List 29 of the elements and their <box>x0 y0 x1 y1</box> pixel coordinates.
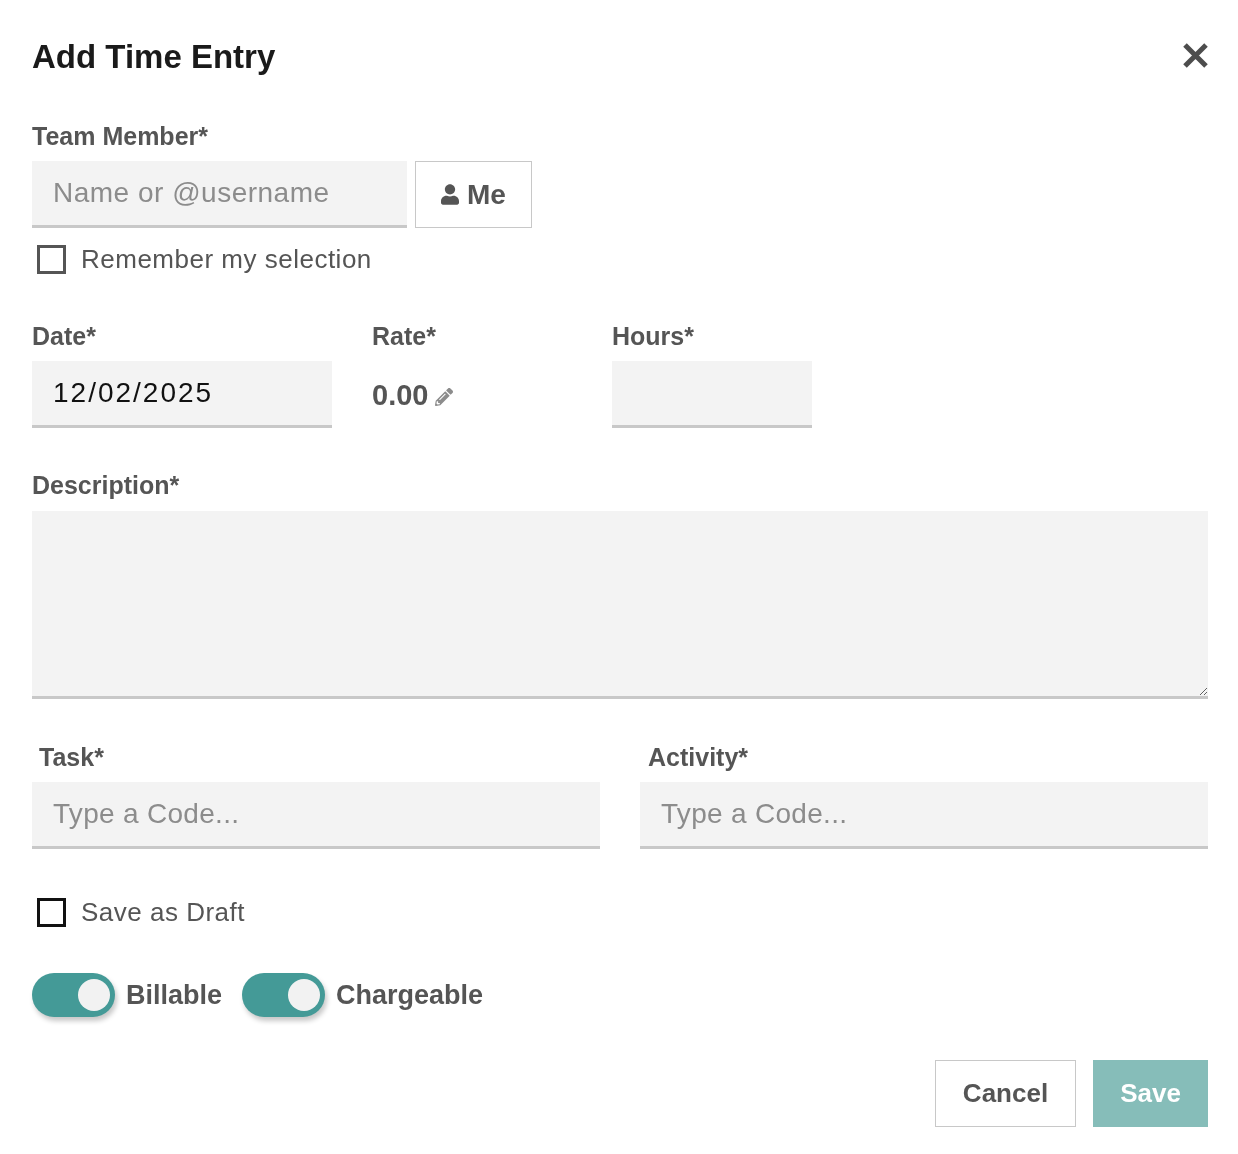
checkbox[interactable] <box>37 897 66 927</box>
close-button[interactable] <box>1183 43 1208 68</box>
user-icon <box>441 184 460 205</box>
me-button[interactable]: Me <box>415 161 532 228</box>
checkbox[interactable] <box>37 244 66 274</box>
toggle-label: Billable <box>126 979 223 1011</box>
checkbox-label: Remember my selection <box>81 244 372 274</box>
activity-field[interactable]: Type a Code... <box>640 782 1208 849</box>
field-label: Rate* <box>372 321 436 351</box>
toggle-label: Chargeable <box>336 979 484 1011</box>
cancel-button[interactable]: Cancel <box>935 1060 1076 1127</box>
date-field[interactable]: 12/02/2025 <box>32 361 332 428</box>
field-label: Activity* <box>648 742 749 772</box>
rate-value: 0.00 <box>372 377 429 412</box>
toggle-switch[interactable] <box>32 973 115 1017</box>
field-label: Task* <box>39 742 104 772</box>
field-label: Date* <box>32 321 96 351</box>
hours-field[interactable] <box>612 361 812 428</box>
field-label: Hours* <box>612 321 694 351</box>
dialog-title: Add Time Entry <box>32 37 276 77</box>
toggle-switch[interactable] <box>242 973 326 1017</box>
task-field[interactable]: Type a Code... <box>32 782 600 849</box>
close-icon <box>1183 43 1208 68</box>
name-field[interactable]: Name or @username <box>32 161 407 228</box>
field-label: Description* <box>32 470 180 500</box>
description-field[interactable] <box>32 511 1208 699</box>
checkbox-label: Save as Draft <box>81 897 245 927</box>
pencil-icon[interactable] <box>435 387 454 406</box>
field-label: Team Member* <box>32 121 208 151</box>
